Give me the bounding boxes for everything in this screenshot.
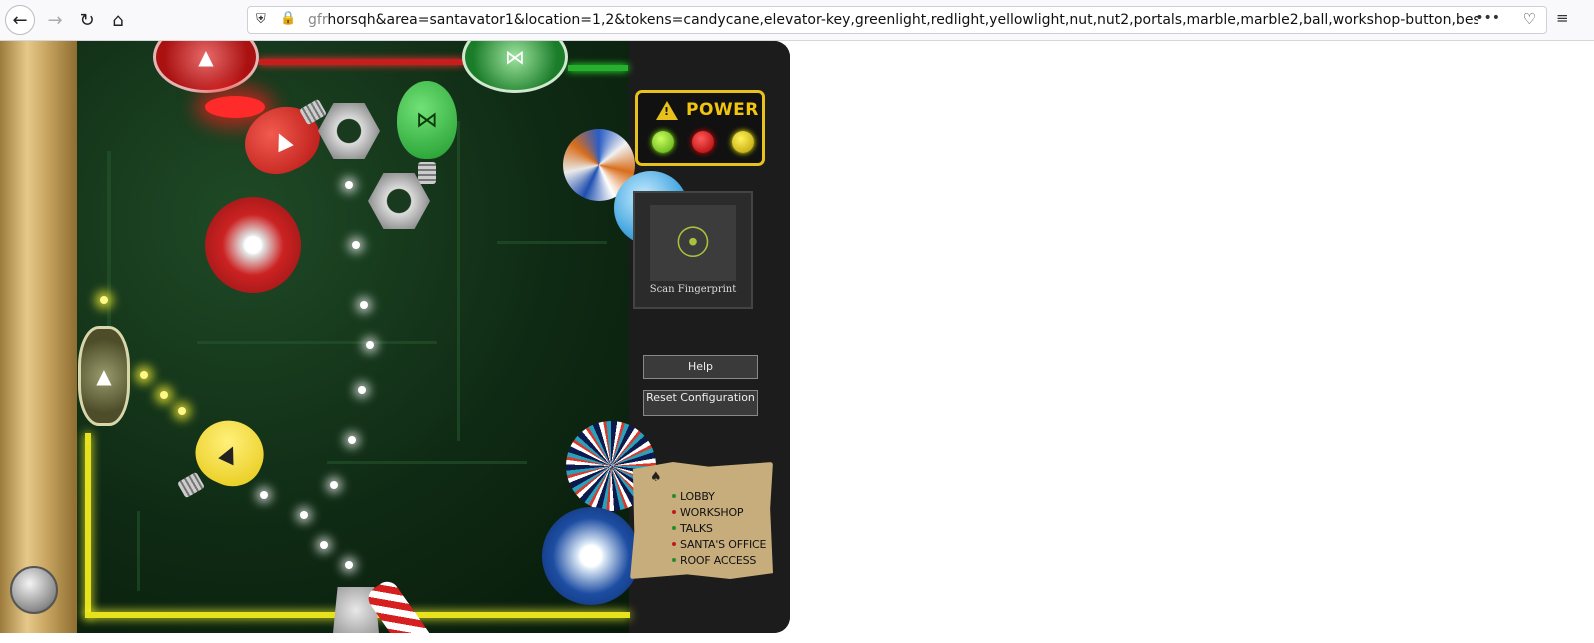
floor-indicator-dot xyxy=(672,494,676,498)
forward-arrow-icon[interactable]: → xyxy=(40,5,70,35)
floor-roof-access[interactable]: ROOF ACCESS xyxy=(680,554,756,567)
elevator-key-token[interactable] xyxy=(10,566,58,614)
bow-icon: ⋈ xyxy=(416,107,438,133)
light-particle xyxy=(260,491,268,499)
santavator-panel: ▲ ⋈ ▲ ▲ ⋈ ▲ ! POWER ☉ Scan Fingerprint H… xyxy=(0,41,790,633)
fingerprint-icon: ☉ xyxy=(674,218,712,267)
swirl-marble-token[interactable] xyxy=(542,507,640,605)
power-label: POWER xyxy=(686,100,759,120)
light-particle xyxy=(360,301,368,309)
green-power-light xyxy=(652,131,674,153)
brass-trim xyxy=(0,41,77,633)
light-particle xyxy=(358,386,366,394)
yellow-light-particle xyxy=(140,371,148,379)
menu-icon[interactable]: ≡ xyxy=(1556,9,1569,27)
reset-configuration-button[interactable]: Reset Configuration xyxy=(643,390,758,416)
floor-santas-office[interactable]: SANTA'S OFFICE xyxy=(680,538,766,551)
green-light-beam xyxy=(568,65,628,71)
back-arrow-icon[interactable]: ← xyxy=(5,5,35,35)
light-particle xyxy=(320,541,328,549)
page-actions-overflow-icon[interactable]: ••• xyxy=(1475,10,1500,26)
url-text[interactable]: gfrhorsqh&area=santavator1&location=1,2&… xyxy=(308,12,1478,28)
floor-indicator-dot xyxy=(672,542,676,546)
yellow-light-particle xyxy=(100,296,108,304)
santa-hat-icon: ▲ xyxy=(269,125,295,155)
light-particle xyxy=(366,341,374,349)
light-particle xyxy=(352,241,360,249)
floor-lobby[interactable]: LOBBY xyxy=(680,490,715,503)
elevator-floor-note: ♠ LOBBY WORKSHOP TALKS SANTA'S OFFICE RO… xyxy=(630,462,773,579)
santa-hat-icon: ▲ xyxy=(198,45,214,69)
bow-icon: ⋈ xyxy=(505,45,525,69)
red-light-beam xyxy=(259,59,464,65)
light-particle xyxy=(300,511,308,519)
light-particle xyxy=(345,561,353,569)
pocket-icon[interactable]: ♡ xyxy=(1523,10,1536,28)
home-icon[interactable]: ⌂ xyxy=(103,5,133,35)
yellow-light-beam xyxy=(85,433,91,618)
light-particle xyxy=(348,436,356,444)
green-bulb-socket xyxy=(418,162,436,184)
floor-indicator-dot xyxy=(672,558,676,562)
green-bulb-token[interactable]: ⋈ xyxy=(397,81,457,159)
red-glow xyxy=(205,96,265,118)
url-main: horsqh&area=santavator1&location=1,2&tok… xyxy=(327,12,1478,28)
fingerprint-pad[interactable]: ☉ xyxy=(650,205,736,281)
light-particle xyxy=(330,481,338,489)
lock-icon[interactable]: 🔒 xyxy=(280,11,296,26)
yellow-light-particle xyxy=(178,407,186,415)
green-receptacle: ⋈ xyxy=(462,41,568,93)
warning-icon: ! xyxy=(656,101,678,120)
floor-workshop[interactable]: WORKSHOP xyxy=(680,506,744,519)
red-power-light xyxy=(692,131,714,153)
browser-toolbar: ← → ↻ ⌂ ⛨ 🔒 gfrhorsqh&area=santavator1&l… xyxy=(0,0,1594,41)
light-particle xyxy=(345,181,353,189)
red-ball-token[interactable] xyxy=(205,197,301,293)
tree-icon: ▲ xyxy=(96,364,112,388)
reload-icon[interactable]: ↻ xyxy=(72,5,102,35)
fingerprint-scanner[interactable]: ☉ Scan Fingerprint xyxy=(633,191,753,309)
power-indicator: ! POWER xyxy=(635,90,765,166)
tree-icon: ▲ xyxy=(217,438,243,468)
floor-indicator-dot xyxy=(672,510,676,514)
address-bar[interactable]: ⛨ 🔒 gfrhorsqh&area=santavator1&location=… xyxy=(247,6,1547,34)
floor-talks[interactable]: TALKS xyxy=(680,522,713,535)
elf-doodle-icon: ♠ xyxy=(650,470,662,485)
help-button[interactable]: Help xyxy=(643,355,758,379)
url-prefix: gfr xyxy=(308,12,328,28)
floor-indicator-dot xyxy=(672,526,676,530)
yellow-light-particle xyxy=(160,391,168,399)
scan-fingerprint-label: Scan Fingerprint xyxy=(649,284,737,295)
yellow-receptacle: ▲ xyxy=(78,326,130,426)
red-receptacle: ▲ xyxy=(153,41,259,93)
tracking-shield-icon[interactable]: ⛨ xyxy=(256,12,266,27)
yellow-power-light xyxy=(732,131,754,153)
